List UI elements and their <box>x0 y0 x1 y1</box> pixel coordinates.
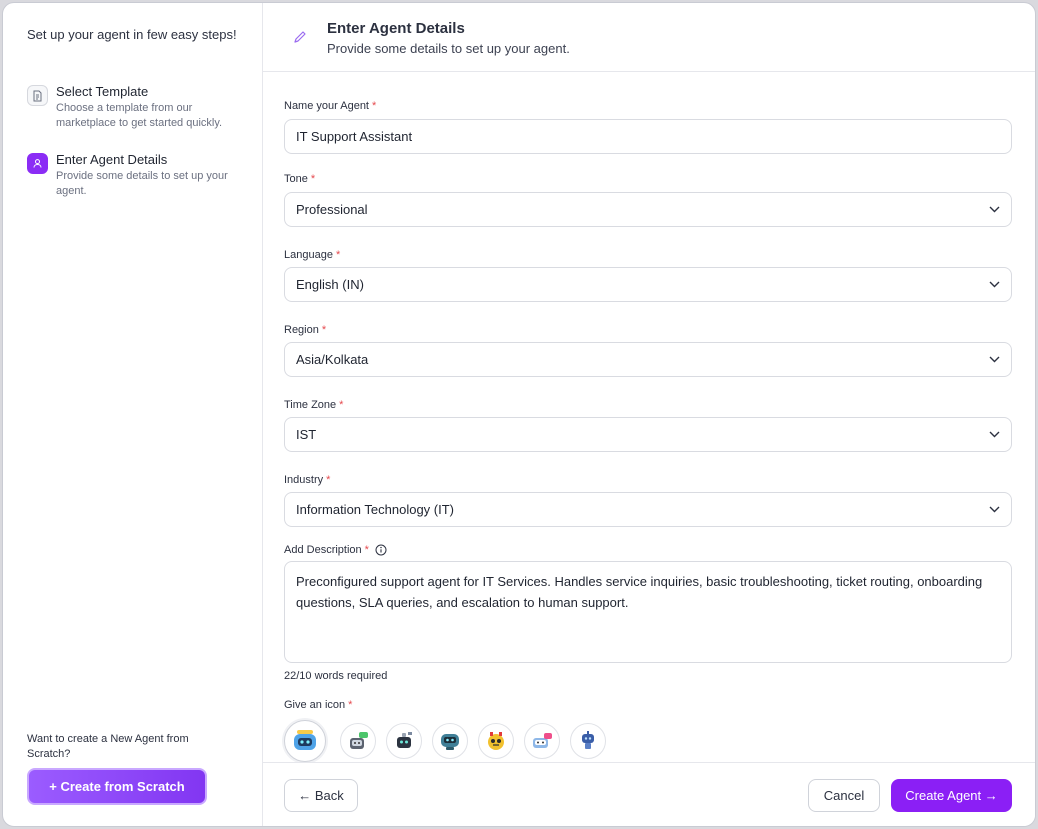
icon-label: Give an icon * <box>284 699 353 711</box>
tone-select[interactable]: Professional <box>284 192 1012 227</box>
robot-teal-icon[interactable] <box>432 723 468 759</box>
name-label: Name your Agent * <box>284 100 377 112</box>
step-select-template[interactable]: Select Template Choose a template from o… <box>27 84 247 131</box>
document-icon <box>27 85 48 106</box>
page-subtitle: Provide some details to set up your agen… <box>327 41 570 56</box>
description-label: Add Description * <box>284 544 387 556</box>
back-button[interactable]: ← Back <box>284 779 358 812</box>
create-agent-button[interactable]: Create Agent → <box>891 779 1012 812</box>
required-mark: * <box>372 100 377 112</box>
step-name: Select Template <box>56 84 149 99</box>
robot-pink-icon[interactable] <box>524 723 560 759</box>
required-mark: * <box>339 399 344 411</box>
language-label: Language * <box>284 249 341 261</box>
select-value: Professional <box>296 202 368 217</box>
chevron-down-icon <box>989 506 1000 513</box>
required-mark: * <box>321 324 327 336</box>
robot-dark-icon[interactable] <box>386 723 422 759</box>
tone-label: Tone * <box>284 173 316 185</box>
timezone-label: Time Zone * <box>284 399 344 411</box>
industry-label: Industry * <box>284 474 331 486</box>
timezone-select[interactable]: IST <box>284 417 1012 452</box>
step-description: Choose a template from our marketplace t… <box>56 102 223 129</box>
chevron-down-icon <box>989 431 1000 438</box>
robot-navy-icon[interactable] <box>570 723 606 759</box>
icon-picker <box>284 719 616 763</box>
select-value: Asia/Kolkata <box>296 352 369 367</box>
region-label: Region * <box>284 324 327 336</box>
scratch-prompt: Want to create a New Agent from Scratch? <box>27 733 189 760</box>
robot-chat-icon[interactable] <box>340 723 376 759</box>
required-mark: * <box>364 544 369 556</box>
word-count: 22/10 words required <box>284 670 388 682</box>
agent-name-input[interactable]: IT Support Assistant <box>284 119 1012 154</box>
required-mark: * <box>335 249 341 261</box>
chevron-down-icon <box>989 356 1000 363</box>
sidebar-title: Set up your agent in few easy steps! <box>27 27 237 42</box>
required-mark: * <box>348 699 353 711</box>
page-title: Enter Agent Details <box>327 20 465 37</box>
panel-footer: ← Back Cancel Create Agent → <box>263 762 1035 826</box>
create-agent-modal: Set up your agent in few easy steps! Sel… <box>2 2 1036 827</box>
chevron-down-icon <box>989 206 1000 213</box>
description-textarea[interactable]: Preconfigured support agent for IT Servi… <box>284 561 1012 663</box>
user-icon <box>27 153 48 174</box>
info-icon[interactable] <box>375 544 387 556</box>
robot-blue-icon[interactable] <box>284 720 326 762</box>
chevron-down-icon <box>989 281 1000 288</box>
input-value: IT Support Assistant <box>296 129 413 144</box>
step-name: Enter Agent Details <box>56 152 168 167</box>
select-value: IST <box>296 427 317 442</box>
robot-yellow-icon[interactable] <box>478 723 514 759</box>
select-value: English (IN) <box>296 277 364 292</box>
cancel-button[interactable]: Cancel <box>808 779 880 812</box>
industry-select[interactable]: Information Technology (IT) <box>284 492 1012 527</box>
language-select[interactable]: English (IN) <box>284 267 1012 302</box>
select-value: Information Technology (IT) <box>296 502 454 517</box>
required-mark: * <box>310 173 316 185</box>
step-description: Provide some details to set up your agen… <box>56 170 228 197</box>
pencil-icon <box>294 31 306 43</box>
create-from-scratch-button[interactable]: + Create from Scratch <box>27 768 207 805</box>
agent-details-panel: Enter Agent Details Provide some details… <box>263 3 1035 826</box>
required-mark: * <box>326 474 331 486</box>
setup-sidebar: Set up your agent in few easy steps! Sel… <box>3 3 263 826</box>
panel-header: Enter Agent Details Provide some details… <box>263 3 1035 72</box>
region-select[interactable]: Asia/Kolkata <box>284 342 1012 377</box>
step-enter-agent-details[interactable]: Enter Agent Details Provide some details… <box>27 152 247 199</box>
